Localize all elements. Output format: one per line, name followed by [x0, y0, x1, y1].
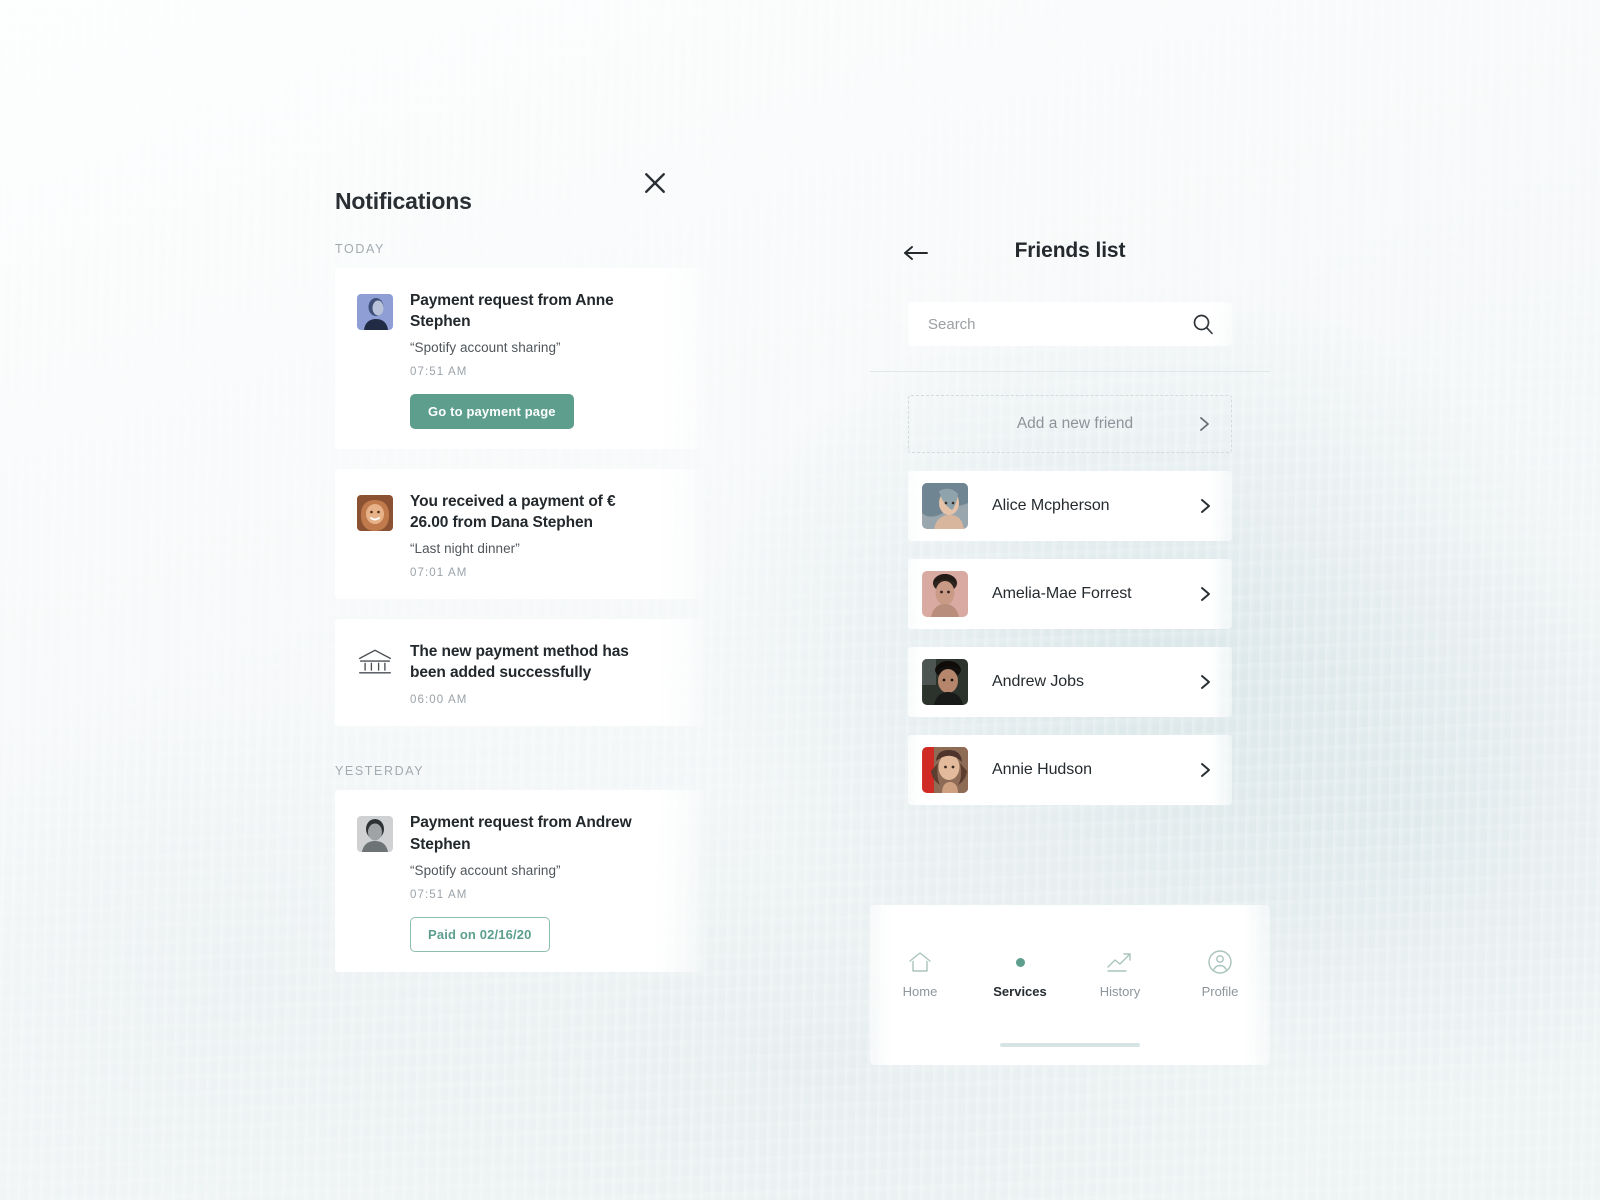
app-screen: Notifications TODAY Payment request from… — [0, 0, 1600, 1200]
header-divider — [870, 371, 1270, 372]
notifications-panel: Notifications TODAY Payment request from… — [335, 160, 705, 972]
friend-name: Alice Mcpherson — [992, 497, 1110, 514]
bottom-nav-items: Home Services History Profile — [870, 905, 1270, 999]
notification-body: The new payment method has been added su… — [410, 641, 683, 706]
user-circle-icon — [1170, 949, 1270, 975]
nav-label: Services — [993, 984, 1047, 999]
home-icon — [870, 949, 970, 975]
nav-item-profile[interactable]: Profile — [1170, 949, 1270, 999]
bottom-navigation-bar: Home Services History Profile — [870, 905, 1270, 1065]
dot-icon — [970, 949, 1070, 975]
add-new-friend-row[interactable]: Add a new friend — [908, 395, 1232, 453]
notification-body: Payment request from Anne Stephen “Spoti… — [410, 290, 683, 430]
friend-name: Andrew Jobs — [992, 673, 1084, 690]
trend-up-icon — [1070, 949, 1170, 975]
add-new-friend-label: Add a new friend — [1016, 415, 1134, 432]
notification-title: Payment request from Anne Stephen — [410, 292, 614, 331]
notification-note: “Spotify account sharing” — [410, 340, 561, 356]
bank-icon — [357, 645, 393, 681]
notification-note: “Spotify account sharing” — [410, 862, 561, 878]
notification-card[interactable]: Payment request from Anne Stephen “Spoti… — [335, 268, 705, 450]
notification-body: Payment request from Andrew Stephen “Spo… — [410, 812, 683, 952]
nav-item-home[interactable]: Home — [870, 949, 970, 999]
section-label-today: TODAY — [335, 242, 385, 256]
notification-card[interactable]: The new payment method has been added su… — [335, 619, 705, 727]
chevron-right-icon — [1196, 497, 1214, 515]
notification-card[interactable]: Payment request from Andrew Stephen “Spo… — [335, 790, 705, 972]
nav-label: Profile — [1201, 984, 1239, 999]
andrew-jobs-avatar — [922, 659, 968, 705]
notification-title: You received a payment of € 26.00 from D… — [410, 493, 616, 532]
friend-list-item[interactable]: Alice Mcpherson — [908, 471, 1232, 541]
search-input[interactable] — [926, 314, 1192, 334]
section-label-yesterday: YESTERDAY — [335, 764, 425, 779]
notification-note: “Last night dinner” — [410, 541, 520, 557]
nav-label: Home — [902, 984, 938, 999]
nav-item-services[interactable]: Services — [970, 949, 1070, 999]
notification-time: 07:51 AM — [410, 888, 468, 901]
notification-card[interactable]: You received a payment of € 26.00 from D… — [335, 469, 705, 600]
notification-title: Payment request from Andrew Stephen — [410, 814, 632, 853]
chevron-right-icon — [1196, 585, 1214, 603]
chevron-right-icon — [1196, 761, 1214, 779]
nav-label: History — [1099, 984, 1141, 999]
dana-stephen-avatar — [357, 495, 393, 532]
notification-time: 07:51 AM — [410, 366, 468, 379]
home-indicator — [1000, 1043, 1140, 1047]
friend-list-item[interactable]: Andrew Jobs — [908, 647, 1232, 717]
page-title: Friends list — [1014, 239, 1126, 262]
go-to-payment-page-button[interactable]: Go to payment page — [410, 394, 574, 430]
nav-item-history[interactable]: History — [1070, 949, 1170, 999]
chevron-right-icon — [1196, 673, 1214, 691]
friend-list-item[interactable]: Annie Hudson — [908, 735, 1232, 805]
search-icon[interactable] — [1192, 313, 1214, 335]
friend-name: Annie Hudson — [992, 761, 1092, 778]
notification-time: 06:00 AM — [410, 694, 468, 707]
anne-stephen-avatar — [357, 294, 393, 330]
annie-hudson-avatar — [922, 747, 968, 793]
andrew-stephen-avatar — [357, 816, 393, 853]
notification-time: 07:01 AM — [410, 567, 468, 580]
close-icon[interactable] — [640, 168, 670, 198]
alice-mcpherson-avatar — [922, 483, 968, 529]
arrow-left-icon[interactable] — [902, 243, 930, 263]
friend-name: Amelia-Mae Forrest — [992, 585, 1132, 602]
chevron-right-icon — [1195, 415, 1213, 433]
notification-title: The new payment method has been added su… — [410, 643, 629, 682]
search-bar[interactable] — [908, 302, 1232, 346]
notification-body: You received a payment of € 26.00 from D… — [410, 491, 683, 579]
paid-on-badge-button[interactable]: Paid on 02/16/20 — [410, 916, 550, 952]
amelia-mae-forrest-avatar — [922, 571, 968, 617]
friend-list-item[interactable]: Amelia-Mae Forrest — [908, 559, 1232, 629]
friends-header: Friends list — [870, 225, 1270, 287]
friends-list-panel: Friends list Add a new friend — [870, 225, 1270, 805]
